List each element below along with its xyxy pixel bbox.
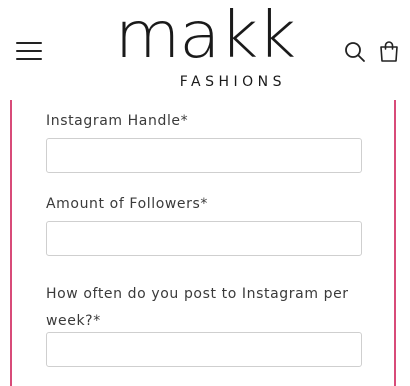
logo-subtitle: FASHIONS [179,74,286,90]
followers-amount-input[interactable] [46,221,362,256]
brand-logo[interactable]: makk FASHIONS [110,0,300,100]
search-icon[interactable] [343,40,367,64]
instagram-handle-label: Instagram Handle* [46,113,189,129]
site-header: makk FASHIONS [0,0,410,100]
menu-bar [16,50,42,52]
hamburger-menu-icon[interactable] [16,40,42,62]
post-frequency-input[interactable] [46,332,362,367]
post-frequency-label: How often do you post to Instagram per w… [46,286,349,329]
logo-wordmark: makk [114,0,296,73]
menu-bar [16,58,42,60]
menu-bar [16,42,42,44]
followers-amount-label: Amount of Followers* [46,196,208,212]
shopping-bag-icon[interactable] [377,39,401,63]
instagram-handle-input[interactable] [46,138,362,173]
